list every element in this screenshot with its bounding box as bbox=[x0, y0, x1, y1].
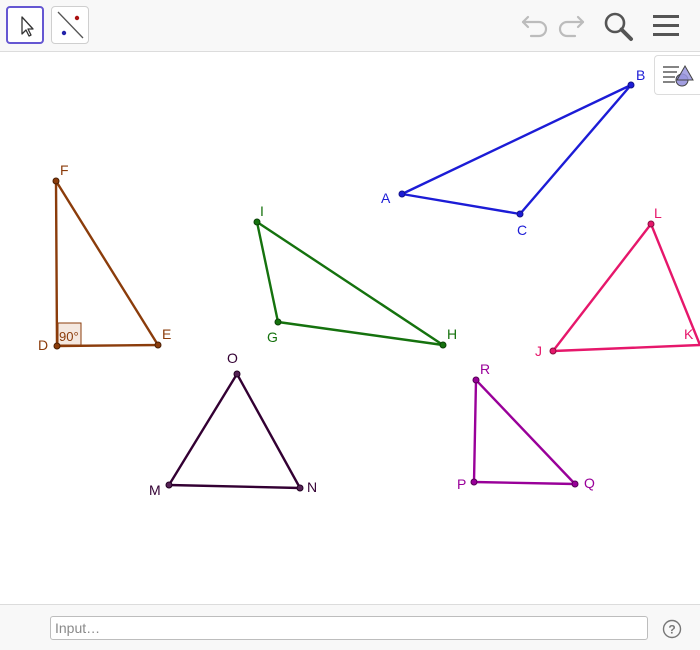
point-a[interactable] bbox=[398, 190, 406, 198]
label-g: G bbox=[267, 329, 278, 345]
toolbar bbox=[0, 0, 700, 52]
undo-icon[interactable] bbox=[519, 12, 551, 40]
label-l: L bbox=[654, 205, 662, 221]
point-n[interactable] bbox=[296, 484, 304, 492]
label-q: Q bbox=[584, 475, 595, 491]
move-arrow-icon bbox=[21, 16, 34, 37]
move-tool-button[interactable] bbox=[6, 6, 44, 44]
triangle-abc[interactable] bbox=[400, 83, 633, 216]
point-o[interactable] bbox=[233, 370, 241, 378]
triangle-ghi[interactable] bbox=[255, 220, 445, 347]
triangle-mno[interactable] bbox=[167, 372, 302, 490]
svg-text:?: ? bbox=[668, 623, 675, 637]
triangle-def[interactable] bbox=[54, 179, 160, 348]
point-h[interactable] bbox=[439, 341, 447, 349]
triangle-jkl[interactable] bbox=[551, 222, 700, 353]
label-o: O bbox=[227, 350, 238, 366]
style-bar-icon bbox=[663, 64, 694, 87]
label-h: H bbox=[447, 326, 457, 342]
point-b[interactable] bbox=[627, 81, 635, 89]
label-j: J bbox=[535, 343, 542, 359]
label-n: N bbox=[307, 479, 317, 495]
point-d[interactable] bbox=[53, 342, 61, 350]
style-bar-toggle[interactable] bbox=[654, 55, 700, 95]
label-i: I bbox=[260, 203, 264, 219]
label-c: C bbox=[517, 222, 527, 238]
line-tool-button[interactable] bbox=[51, 6, 89, 44]
label-f: F bbox=[60, 162, 69, 178]
algebra-input[interactable] bbox=[50, 616, 648, 640]
point-r[interactable] bbox=[472, 376, 480, 384]
point-c[interactable] bbox=[516, 210, 524, 218]
redo-icon[interactable] bbox=[555, 12, 587, 40]
point-q[interactable] bbox=[571, 480, 579, 488]
point-i[interactable] bbox=[253, 218, 261, 226]
line-tool-icon bbox=[57, 11, 84, 39]
point-g[interactable] bbox=[274, 318, 282, 326]
help-icon[interactable]: ? bbox=[662, 619, 682, 639]
label-r: R bbox=[480, 361, 490, 377]
label-d: D bbox=[38, 337, 48, 353]
label-k: K bbox=[684, 326, 694, 342]
geometry-canvas[interactable]: A B C 90° D E F G H I J K L M N O P Q R bbox=[0, 53, 700, 604]
input-bar: ? bbox=[0, 604, 700, 650]
label-b: B bbox=[636, 67, 645, 83]
label-a: A bbox=[381, 190, 391, 206]
label-p: P bbox=[457, 476, 466, 492]
point-j[interactable] bbox=[549, 347, 557, 355]
angle-label: 90° bbox=[59, 329, 79, 344]
point-m[interactable] bbox=[165, 481, 173, 489]
label-e: E bbox=[162, 326, 171, 342]
graphics-view[interactable]: A B C 90° D E F G H I J K L M N O P Q R bbox=[0, 53, 700, 604]
point-f[interactable] bbox=[52, 177, 60, 185]
point-l[interactable] bbox=[647, 220, 655, 228]
point-e[interactable] bbox=[154, 341, 162, 349]
label-m: M bbox=[149, 482, 161, 498]
triangle-pqr[interactable] bbox=[472, 378, 577, 486]
menu-icon[interactable] bbox=[650, 12, 682, 40]
point-p[interactable] bbox=[470, 478, 478, 486]
search-icon[interactable] bbox=[602, 10, 636, 42]
